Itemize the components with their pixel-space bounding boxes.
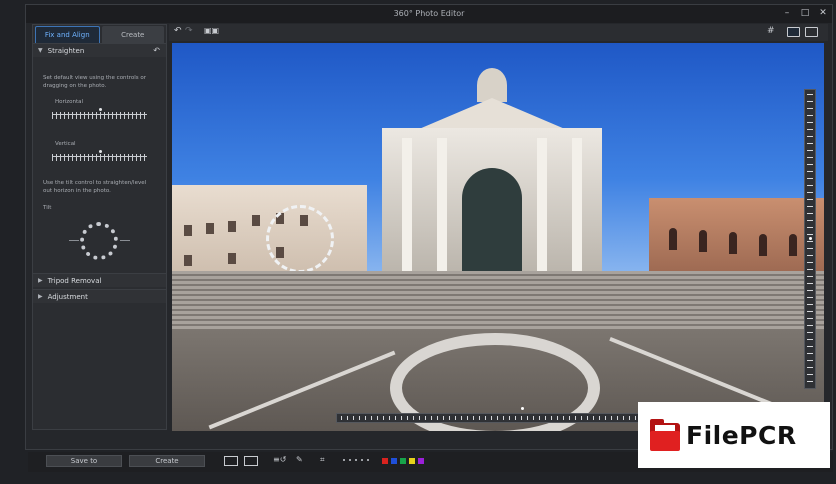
reset-icon[interactable]: ↶ bbox=[153, 46, 160, 55]
photo-window bbox=[669, 228, 677, 250]
photo-window bbox=[789, 234, 797, 256]
brush-size-dots[interactable] bbox=[343, 459, 369, 461]
watermark-text: FilePCR bbox=[686, 420, 797, 450]
create-button[interactable]: Create bbox=[129, 455, 205, 467]
vertical-slider-knob[interactable] bbox=[99, 150, 102, 153]
maximize-icon[interactable]: □ bbox=[800, 8, 810, 19]
horizontal-view-slider[interactable] bbox=[336, 413, 666, 423]
church-door bbox=[462, 168, 522, 278]
title-bar: 360° Photo Editor – □ ✕ bbox=[26, 5, 832, 23]
photo-window bbox=[206, 223, 214, 234]
adjustment-section-header[interactable]: ▶ Adjustment bbox=[33, 289, 166, 303]
photo-church bbox=[362, 68, 622, 278]
photo-window bbox=[228, 221, 236, 232]
photo-window bbox=[729, 232, 737, 254]
panel-tabs: Fix and Align Create bbox=[33, 25, 166, 43]
photo-window bbox=[759, 234, 767, 256]
photo-window bbox=[228, 253, 236, 264]
redo-icon[interactable]: ↷ bbox=[185, 27, 193, 36]
color-swatch[interactable] bbox=[418, 458, 424, 464]
horizontal-view-knob[interactable] bbox=[521, 407, 524, 410]
brush-icon[interactable]: ✎ bbox=[296, 456, 303, 464]
size-dot bbox=[361, 459, 363, 461]
horizontal-slider-knob[interactable] bbox=[99, 108, 102, 111]
tilt-label: Tilt bbox=[43, 205, 52, 211]
undo-icon[interactable]: ↶ bbox=[174, 27, 182, 36]
minimize-icon[interactable]: – bbox=[782, 8, 792, 19]
size-dot bbox=[355, 459, 357, 461]
folder-icon bbox=[650, 419, 680, 451]
single-view-icon[interactable] bbox=[224, 456, 238, 466]
rotate-icon[interactable]: ≡↺ bbox=[273, 456, 286, 464]
caret-down-icon: ▼ bbox=[38, 47, 43, 54]
split-view-icon[interactable] bbox=[805, 27, 818, 37]
vertical-view-slider[interactable] bbox=[804, 89, 816, 389]
church-dome bbox=[477, 68, 507, 102]
tilt-overlay-ring[interactable] bbox=[266, 205, 334, 273]
straighten-title: Straighten bbox=[47, 46, 85, 55]
grid-icon[interactable]: # bbox=[767, 27, 775, 36]
caret-right-icon: ▶ bbox=[38, 293, 43, 300]
color-swatch[interactable] bbox=[400, 458, 406, 464]
tripod-removal-title: Tripod Removal bbox=[47, 276, 102, 285]
photo-window bbox=[184, 225, 192, 236]
crop-icon[interactable]: ⌗ bbox=[320, 456, 325, 464]
church-column bbox=[572, 138, 582, 278]
straighten-description: Set default view using the controls or d… bbox=[43, 75, 146, 89]
photo-viewport[interactable] bbox=[172, 43, 824, 431]
horizontal-slider[interactable] bbox=[52, 108, 147, 119]
close-icon[interactable]: ✕ bbox=[818, 8, 828, 19]
editor-toolbar: ↶ ↷ ▣▣ # bbox=[169, 24, 828, 41]
app-window: 360° Photo Editor – □ ✕ Fix and Align Cr… bbox=[25, 4, 833, 450]
tab-fix-and-align[interactable]: Fix and Align bbox=[35, 26, 100, 43]
straighten-section-header[interactable]: ▼ Straighten ↶ bbox=[33, 43, 166, 57]
vertical-slider[interactable] bbox=[52, 150, 147, 161]
color-swatch[interactable] bbox=[409, 458, 415, 464]
color-swatch[interactable] bbox=[391, 458, 397, 464]
photo-window bbox=[699, 230, 707, 252]
window-title: 360° Photo Editor bbox=[393, 9, 465, 18]
size-dot bbox=[349, 459, 351, 461]
church-column bbox=[402, 138, 412, 278]
tilt-dial[interactable] bbox=[80, 222, 118, 260]
tilt-description: Use the tilt control to straighten/level… bbox=[43, 180, 147, 194]
watermark-banner: FilePCR bbox=[638, 402, 830, 468]
window-controls: – □ ✕ bbox=[782, 8, 828, 19]
folder-front bbox=[650, 431, 680, 451]
vertical-view-knob[interactable] bbox=[809, 237, 812, 240]
single-view-icon[interactable] bbox=[787, 27, 800, 37]
split-view-icon[interactable] bbox=[244, 456, 258, 466]
church-pediment bbox=[412, 98, 572, 132]
size-dot bbox=[343, 459, 345, 461]
adjustment-title: Adjustment bbox=[47, 292, 88, 301]
photo-window bbox=[252, 215, 260, 226]
church-column bbox=[437, 138, 447, 278]
compare-icon[interactable]: ▣▣ bbox=[204, 27, 219, 35]
tripod-removal-section-header[interactable]: ▶ Tripod Removal bbox=[33, 273, 166, 287]
tab-create[interactable]: Create bbox=[101, 26, 164, 43]
church-column bbox=[537, 138, 547, 278]
fix-align-panel: Fix and Align Create ▼ Straighten ↶ Set … bbox=[32, 24, 167, 430]
photo-window bbox=[184, 255, 192, 266]
tilt-guide-left bbox=[69, 240, 79, 241]
horizontal-view-ticks bbox=[341, 416, 661, 420]
caret-right-icon: ▶ bbox=[38, 277, 43, 284]
tilt-guide-right bbox=[120, 240, 130, 241]
color-swatch[interactable] bbox=[382, 458, 388, 464]
save-to-button[interactable]: Save to bbox=[46, 455, 122, 467]
size-dot bbox=[367, 459, 369, 461]
photo-stairs bbox=[172, 271, 824, 331]
